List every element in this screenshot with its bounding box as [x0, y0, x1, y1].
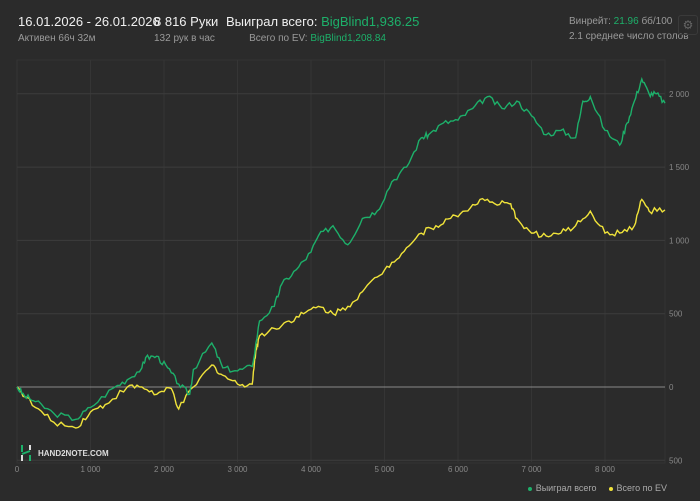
x-tick-label: 6 000: [448, 465, 469, 474]
logo-text: HAND2NOTE.COM: [38, 448, 109, 458]
legend-ev-label: Всего по EV: [616, 483, 667, 493]
y-tick-label: 2 000: [669, 90, 690, 99]
x-tick-label: 2 000: [154, 465, 175, 474]
x-tick-label: 1 000: [80, 465, 101, 474]
legend-ev[interactable]: Всего по EV: [608, 483, 667, 493]
legend-ev-marker: [608, 486, 613, 491]
x-tick-label: 0: [15, 465, 20, 474]
x-tick-label: 4 000: [301, 465, 322, 474]
x-tick-label: 5 000: [374, 465, 395, 474]
x-tick-label: 7 000: [521, 465, 542, 474]
legend-won-label: Выиграл всего: [535, 483, 597, 493]
y-tick-label: 1 000: [669, 236, 690, 245]
series-won-line: [16, 76, 666, 422]
legend: Выиграл всего Всего по EV: [527, 483, 667, 493]
x-tick-label: 3 000: [227, 465, 248, 474]
logo-icon: [21, 445, 31, 461]
y-tick-label: 500: [669, 310, 683, 319]
x-tick-label: 8 000: [595, 465, 616, 474]
legend-won-marker: [527, 486, 532, 491]
y-tick-label: 500: [669, 456, 683, 465]
graph-view: 16.01.2026 - 26.01.2026 Активен 66ч 32м …: [0, 0, 700, 501]
y-tick-label: 1 500: [669, 163, 690, 172]
logo: HAND2NOTE.COM: [20, 444, 109, 462]
chart: 0 1 000 2 000 3 000 4 000 5 000 6 000 7 000 8 00…: [15, 59, 690, 474]
plot-area: [16, 59, 666, 464]
y-tick-label: 0: [669, 383, 674, 392]
legend-won[interactable]: Выиграл всего: [527, 483, 597, 493]
